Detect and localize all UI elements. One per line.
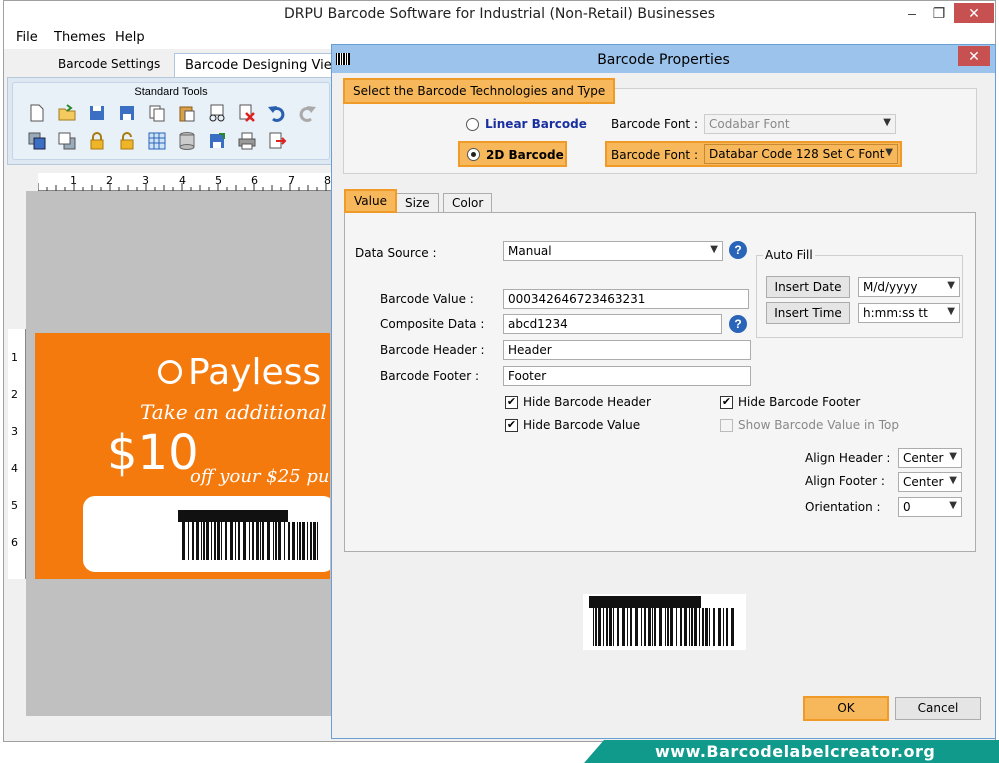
composite-data-input[interactable]: abcd1234 [503, 314, 722, 334]
linear-barcode-label[interactable]: Linear Barcode [485, 117, 587, 131]
coupon-take-text: Take an additional [140, 400, 327, 424]
technology-group-label: Select the Barcode Technologies and Type [343, 78, 616, 104]
coupon-amount: $10 [107, 425, 199, 481]
chevron-down-icon: ▼ [947, 306, 955, 317]
barcode-font-label-2d: Barcode Font : [611, 148, 698, 162]
chevron-down-icon: ▼ [710, 244, 718, 255]
orientation-select[interactable]: 0 ▼ [898, 497, 962, 517]
dialog-title: Barcode Properties [597, 52, 730, 68]
linear-font-value: Codabar Font [709, 117, 790, 131]
cancel-button[interactable]: Cancel [895, 697, 981, 720]
barcode-value-input[interactable]: 000342646723463231 [503, 289, 749, 309]
auto-fill-label: Auto Fill [763, 248, 815, 262]
twod-barcode-option[interactable]: 2D Barcode [458, 141, 567, 167]
composite-help-icon[interactable]: ? [729, 315, 747, 333]
show-value-top-checkbox [720, 419, 733, 432]
linear-barcode-radio[interactable] [466, 118, 479, 131]
time-format-value: h:mm:ss tt [863, 306, 928, 320]
insert-date-button[interactable]: Insert Date [766, 276, 850, 298]
barcode-preview [583, 594, 746, 650]
date-format-select[interactable]: M/d/yyyy ▼ [858, 277, 960, 297]
coupon-off-text: off your $25 purchase [190, 466, 330, 487]
tab-value[interactable]: Value [344, 189, 397, 213]
data-source-value: Manual [508, 244, 552, 258]
hide-footer-checkbox[interactable]: ✔ [720, 396, 733, 409]
linear-font-select: Codabar Font ▼ [704, 114, 896, 134]
brand-logo-icon [158, 360, 182, 384]
data-source-select[interactable]: Manual ▼ [503, 241, 723, 261]
chevron-down-icon: ▼ [949, 475, 957, 486]
hide-header-label[interactable]: Hide Barcode Header [523, 395, 651, 409]
hide-footer-label[interactable]: Hide Barcode Footer [738, 395, 860, 409]
data-source-help-icon[interactable]: ? [729, 241, 747, 259]
align-footer-label: Align Footer : [805, 474, 885, 488]
align-header-value: Center [903, 451, 944, 465]
tab-size[interactable]: Size [396, 193, 439, 213]
date-format-value: M/d/yyyy [863, 280, 918, 294]
data-source-label: Data Source : [355, 246, 437, 260]
insert-time-button[interactable]: Insert Time [766, 302, 850, 324]
time-format-select[interactable]: h:mm:ss tt ▼ [858, 303, 960, 323]
coupon-clip: Payless Take an additional $10 off your … [0, 0, 330, 763]
twod-font-value: Databar Code 128 Set C Font [709, 147, 885, 161]
align-header-select[interactable]: Center ▼ [898, 448, 962, 468]
twod-font-row: Barcode Font : Databar Code 128 Set C Fo… [605, 141, 902, 167]
orientation-value: 0 [903, 500, 911, 514]
barcode-value-label: Barcode Value : [380, 292, 474, 306]
minimize-button[interactable]: – [897, 3, 927, 23]
align-footer-select[interactable]: Center ▼ [898, 472, 962, 492]
orientation-label: Orientation : [805, 500, 881, 514]
chevron-down-icon: ▼ [949, 500, 957, 511]
twod-font-select[interactable]: Databar Code 128 Set C Font ▼ [704, 144, 898, 164]
twod-barcode-radio[interactable] [467, 148, 480, 161]
hide-value-label[interactable]: Hide Barcode Value [523, 418, 640, 432]
align-footer-value: Center [903, 475, 944, 489]
twod-barcode-label[interactable]: 2D Barcode [486, 148, 564, 162]
tab-color[interactable]: Color [443, 193, 493, 213]
chevron-down-icon: ▼ [883, 117, 891, 128]
hide-header-checkbox[interactable]: ✔ [505, 396, 518, 409]
barcode-font-label-linear: Barcode Font : [611, 117, 698, 131]
barcode-header-label: Barcode Header : [380, 343, 485, 357]
barcode-footer-input[interactable]: Footer [503, 366, 751, 386]
barcode-footer-label: Barcode Footer : [380, 369, 480, 383]
restore-button[interactable]: ❐ [924, 3, 954, 23]
hide-value-checkbox[interactable]: ✔ [505, 419, 518, 432]
chevron-down-icon: ▼ [885, 147, 893, 158]
main-close-button[interactable]: ✕ [954, 3, 994, 23]
chevron-down-icon: ▼ [949, 451, 957, 462]
barcode-header-input[interactable]: Header [503, 340, 751, 360]
dialog-close-button[interactable]: ✕ [958, 46, 990, 66]
chevron-down-icon: ▼ [947, 280, 955, 291]
composite-data-label: Composite Data : [380, 317, 485, 331]
ok-button[interactable]: OK [803, 696, 889, 721]
dialog-titlebar: Barcode Properties ✕ [332, 45, 995, 73]
coupon-barcode[interactable] [178, 510, 323, 562]
align-header-label: Align Header : [805, 451, 891, 465]
coupon-brand: Payless [188, 352, 322, 393]
show-value-top-label: Show Barcode Value in Top [738, 418, 899, 432]
website-text: www.Barcodelabelcreator.org [655, 742, 936, 761]
